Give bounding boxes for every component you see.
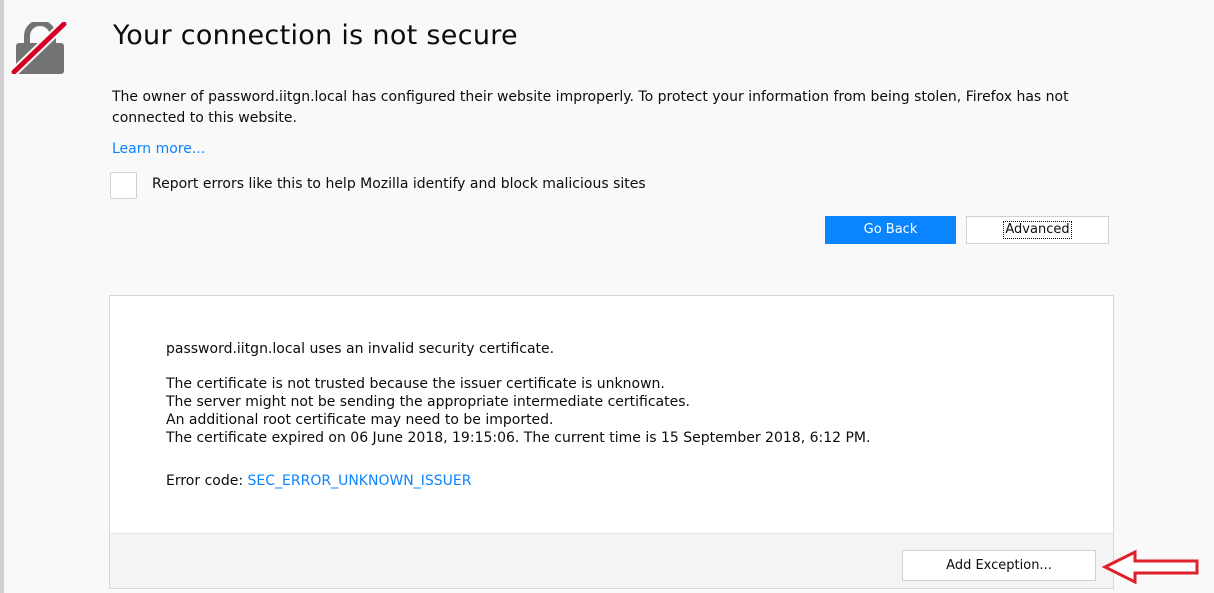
red-arrow-annotation xyxy=(1101,549,1199,585)
advanced-panel: password.iitgn.local uses an invalid sec… xyxy=(109,295,1114,589)
broken-lock-icon xyxy=(10,22,68,74)
reason-line: An additional root certificate may need … xyxy=(166,412,554,428)
error-code-link[interactable]: SEC_ERROR_UNKNOWN_ISSUER xyxy=(248,473,472,489)
learn-more-link[interactable]: Learn more... xyxy=(112,141,205,157)
error-code-line: Error code: SEC_ERROR_UNKNOWN_ISSUER xyxy=(166,473,472,489)
reason-line: The certificate is not trusted because t… xyxy=(166,376,665,392)
reason-line: The server might not be sending the appr… xyxy=(166,394,690,410)
error-code-label: Error code: xyxy=(166,473,248,489)
report-errors-label[interactable]: Report errors like this to help Mozilla … xyxy=(152,176,646,192)
advanced-button-label: Advanced xyxy=(1003,221,1072,239)
error-description: The owner of password.iitgn.local has co… xyxy=(112,89,1069,126)
reason-line: The certificate expired on 06 June 2018,… xyxy=(166,430,871,446)
go-back-button[interactable]: Go Back xyxy=(825,216,956,244)
add-exception-button[interactable]: Add Exception... xyxy=(902,550,1096,581)
page-title: Your connection is not secure xyxy=(113,20,518,51)
certificate-reasons: The certificate is not trusted because t… xyxy=(166,375,870,447)
window-edge xyxy=(0,0,4,593)
invalid-certificate-text: password.iitgn.local uses an invalid sec… xyxy=(166,341,555,357)
advanced-button[interactable]: Advanced xyxy=(966,216,1109,244)
report-errors-checkbox[interactable] xyxy=(110,172,137,199)
